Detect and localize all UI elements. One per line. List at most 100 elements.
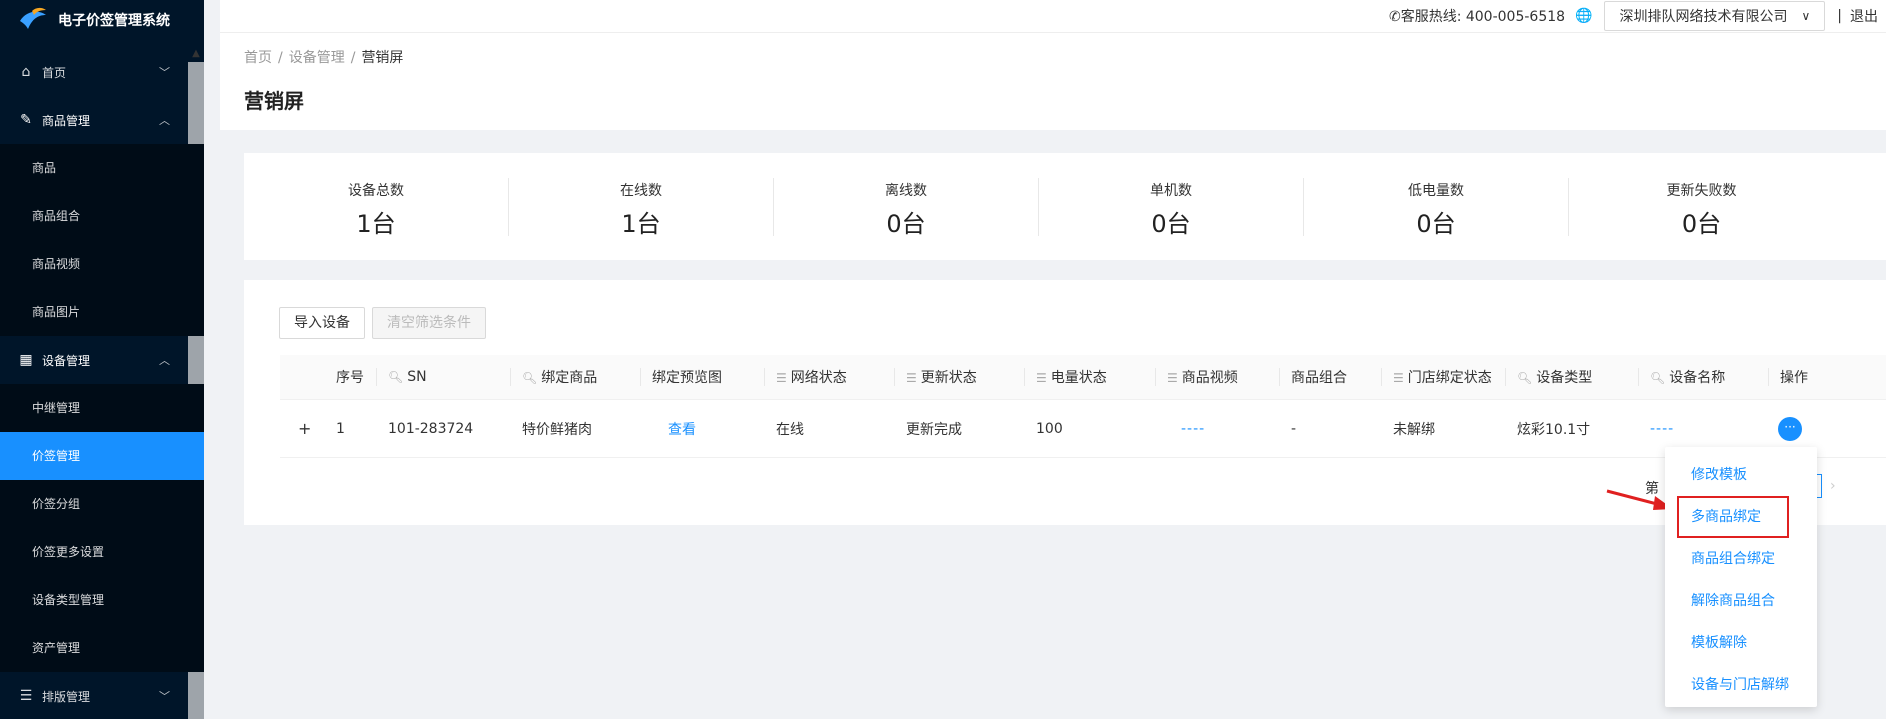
chevron-down-icon: ∨ [1801,9,1811,23]
sidebar-item-goods[interactable]: 商品 [0,144,204,192]
menu-item-edit-template[interactable]: 修改模板 [1665,454,1817,496]
sidebar-item-device-type[interactable]: 设备类型管理 [0,576,204,624]
filter-list-icon[interactable]: ☰ [1393,371,1404,385]
menu-item-multi-goods-bind[interactable]: 多商品绑定 [1677,496,1789,538]
table-row: + 1 101-283724 特价鲜猪肉 查看 在线 更新完成 100 ----… [280,400,1886,458]
stat-label: 在线数 [620,182,662,199]
chevron-up-icon: ︿ [159,354,170,367]
home-icon: ⌂ [21,64,31,80]
filter-list-icon[interactable]: ☰ [1036,371,1047,385]
cell-type: 炫彩10.1寸 [1517,421,1591,438]
globe-icon[interactable]: 🌐 [1575,8,1592,24]
filter-list-icon[interactable]: ☰ [776,371,787,385]
column-separator [764,368,765,386]
breadcrumb-home[interactable]: 首页 [244,50,272,66]
expand-row-button[interactable]: + [280,419,324,438]
view-preview-link[interactable]: 查看 [668,422,696,438]
company-name: 深圳排队网络技术有限公司 [1619,9,1788,25]
hotline: ✆客服热线: 400-005-6518 [1389,6,1565,26]
next-page-icon[interactable]: › [1830,478,1836,494]
sidebar-item-tag-management[interactable]: 价签管理 [0,432,204,480]
page-title: 营销屏 [244,89,304,113]
stat-value: 0台 [1416,209,1456,238]
search-icon[interactable]: 🔍︎ [1650,371,1665,385]
breadcrumb-device[interactable]: 设备管理 [289,50,345,66]
device-submenu: 中继管理 价签管理 价签分组 价签更多设置 设备类型管理 资产管理 [0,384,204,672]
stat-label: 单机数 [1150,182,1192,199]
header-label: 商品组合 [1291,370,1347,386]
stat-label: 设备总数 [348,182,404,199]
sidebar-item-goods-image[interactable]: 商品图片 [0,288,204,336]
hotline-text: 客服热线: 400-005-6518 [1400,9,1566,25]
header-label: 网络状态 [790,370,847,386]
cell-name: ---- [1638,421,1768,437]
sidebar-item-tag-settings[interactable]: 价签更多设置 [0,528,204,576]
cell-network: 在线 [776,421,804,438]
menu-group-home[interactable]: ⌂ 首页 ﹀ [0,48,204,96]
header-label: 绑定商品 [541,370,598,386]
sidebar-item-goods-combo[interactable]: 商品组合 [0,192,204,240]
menu-item-unbind-combo[interactable]: 解除商品组合 [1665,580,1817,622]
header-battery[interactable]: ☰ 电量状态 [1024,367,1155,387]
sidebar-item-assets[interactable]: 资产管理 [0,624,204,672]
menu-group-device[interactable]: ▦ 设备管理 ︿ [0,336,204,384]
menu-item-combo-bind[interactable]: 商品组合绑定 [1665,538,1817,580]
search-icon[interactable]: 🔍︎ [1517,371,1532,385]
sidebar-item-goods-video[interactable]: 商品视频 [0,240,204,288]
dropdown-padding [1665,447,1817,454]
header-label: 设备类型 [1536,370,1593,386]
filter-list-icon[interactable]: ☰ [906,371,917,385]
column-separator [1505,368,1506,386]
stats-panel: 设备总数 1台 在线数 1台 离线数 0台 单机数 0台 低电量数 0台 更新失败数 0台 [244,153,1886,260]
stat-online: 在线数 1台 [509,177,774,238]
cell-battery: 100 [1036,420,1063,437]
header-store[interactable]: ☰ 门店绑定状态 [1381,367,1505,387]
edit-icon: ✎ [20,112,32,128]
header-label: SN [407,369,427,385]
column-separator [640,368,641,386]
header-network[interactable]: ☰ 网络状态 [764,367,894,387]
stat-value: 0台 [1151,209,1191,238]
header-label: 序号 [336,370,364,386]
header-right: ✆客服热线: 400-005-6518 🌐 深圳排队网络技术有限公司 ∨ | 退… [1389,0,1878,32]
list-icon: ☰ [19,688,33,704]
menu-item-unbind-template[interactable]: 模板解除 [1665,622,1817,664]
header-goods[interactable]: 🔍︎ 绑定商品 [510,367,640,387]
column-separator [1279,368,1280,386]
video-link[interactable]: ---- [1181,421,1205,437]
cell-action: ··· [1768,416,1828,441]
search-icon[interactable]: 🔍︎ [522,371,537,385]
header-sn[interactable]: 🔍︎ SN [376,368,510,386]
header-update[interactable]: ☰ 更新状态 [894,367,1024,387]
menu-group-layout[interactable]: ☰ 排版管理 ﹀ [0,672,204,719]
company-select[interactable]: 深圳排队网络技术有限公司 ∨ [1604,1,1826,31]
filter-list-icon[interactable]: ☰ [1167,371,1178,385]
actions-dropdown: 修改模板 多商品绑定 商品组合绑定 解除商品组合 模板解除 设备与门店解绑 [1665,447,1817,707]
breadcrumb: 首页 / 设备管理 / 营销屏 [244,47,403,67]
header-video[interactable]: ☰ 商品视频 [1155,367,1279,387]
cell-combo: - [1291,420,1297,437]
logo-icon [20,7,46,29]
header-label: 绑定预览图 [652,370,722,386]
clear-filters-button[interactable]: 清空筛选条件 [372,307,486,339]
sidebar-item-tag-group[interactable]: 价签分组 [0,480,204,528]
header-type[interactable]: 🔍︎ 设备类型 [1505,367,1638,387]
more-actions-button[interactable]: ··· [1778,416,1802,441]
header-name[interactable]: 🔍︎ 设备名称 [1638,367,1768,387]
sidebar-item-relay[interactable]: 中继管理 [0,384,204,432]
stat-update-failed: 更新失败数 0台 [1569,178,1834,238]
table-icon: ▦ [19,352,33,368]
stat-low-battery: 低电量数 0台 [1304,177,1569,238]
menu-group-label: 商品管理 [42,113,91,128]
column-separator [1638,368,1639,386]
stat-value: 0台 [886,209,926,238]
stat-value: 0台 [1681,209,1722,238]
column-separator [1768,368,1769,386]
goods-submenu: 商品 商品组合 商品视频 商品图片 [0,144,204,336]
device-name-link[interactable]: ---- [1650,421,1674,437]
import-device-button[interactable]: 导入设备 [279,307,365,339]
menu-item-unbind-store[interactable]: 设备与门店解绑 [1665,664,1817,706]
search-icon[interactable]: 🔍︎ [388,370,403,384]
menu-group-goods[interactable]: ✎ 商品管理 ︿ [0,96,204,144]
logout-link[interactable]: 退出 [1850,6,1878,26]
